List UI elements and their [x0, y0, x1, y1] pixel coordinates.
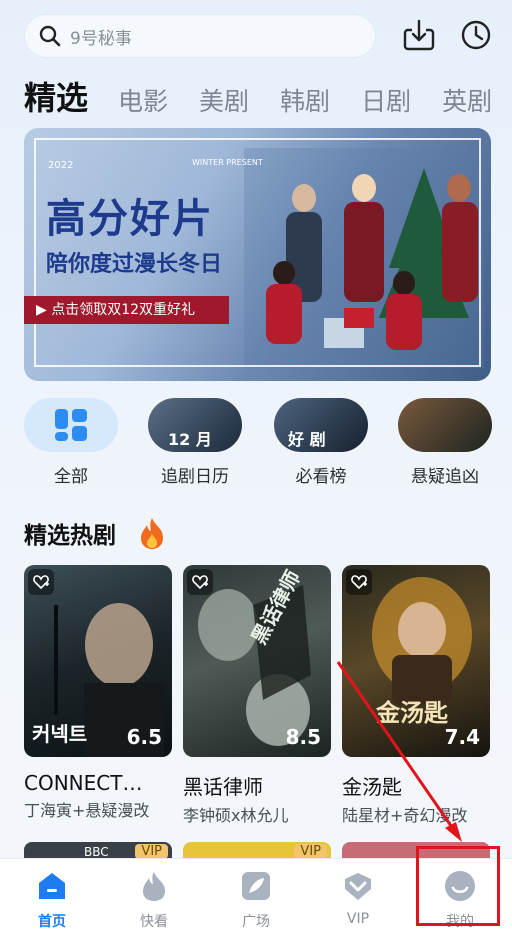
shortcut-calendar[interactable]: 12 月 追剧日历 [148, 398, 242, 487]
favorite-icon[interactable] [346, 569, 372, 595]
nav-vip-label: VIP [346, 911, 370, 927]
drama-card-connect[interactable]: 커넥트 6.5 CONNECT… 丁海寅+悬疑漫改 [24, 565, 172, 821]
search-placeholder: 9号秘事 [70, 28, 132, 49]
calendar-pill-text: 12 月 [168, 430, 212, 449]
shortcut-all-label: 全部 [54, 467, 88, 487]
shortcut-mystery[interactable]: 悬疑追凶 [398, 398, 492, 487]
favorite-icon[interactable] [28, 569, 54, 595]
drama-card-golden-spoon[interactable]: 金汤匙 7.4 金汤匙 陆星材+奇幻漫改 [342, 565, 490, 826]
drama-name: 黑话律师 [183, 775, 263, 799]
nav-home[interactable]: 首页 [12, 869, 92, 931]
favorite-icon[interactable] [187, 569, 213, 595]
nav-square[interactable]: 广场 [216, 869, 296, 931]
grid-icon [55, 409, 87, 441]
poster-label: BBC [84, 845, 109, 859]
play-triangle-icon: ▶ [36, 302, 52, 318]
drama-card-black-lawyer[interactable]: 黑话律师 8.5 黑话律师 李钟硕x林允儿 [183, 565, 331, 826]
tab-uk-drama[interactable]: 英剧 [442, 86, 492, 118]
banner-tag: WINTER PRESENT [192, 158, 263, 167]
drama-score: 6.5 [126, 725, 162, 749]
banner-year: 2022 [48, 160, 74, 171]
home-icon [39, 873, 65, 899]
tab-featured[interactable]: 精选 [24, 78, 88, 118]
drama-desc: 李钟硕x林允儿 [183, 806, 289, 825]
shortcut-must-watch-label: 必看榜 [295, 467, 347, 487]
drama-name: CONNECT… [24, 771, 143, 795]
poster-title: 金汤匙 [376, 699, 448, 727]
search-icon [39, 25, 61, 47]
search-bar[interactable]: 9号秘事 [24, 14, 376, 58]
tab-us-drama[interactable]: 美剧 [199, 86, 249, 118]
drama-name: 金汤匙 [342, 775, 402, 799]
banner-title: 高分好片 [46, 196, 214, 242]
feather-icon [242, 872, 270, 900]
banner-cta-button[interactable]: ▶ 点击领取双12双重好礼 [24, 296, 229, 324]
tab-j-drama[interactable]: 日剧 [361, 86, 411, 118]
shortcut-must-watch[interactable]: 好 剧 必看榜 [274, 398, 368, 487]
nav-home-label: 首页 [38, 914, 66, 930]
flame-icon [143, 872, 165, 901]
nav-quick-watch[interactable]: 快看 [114, 869, 194, 931]
drama-score: 7.4 [444, 725, 480, 749]
promo-banner[interactable]: 2022 WINTER PRESENT 高分好片 陪你度过漫长冬日 ▶ 点击领取… [24, 128, 491, 381]
drama-desc: 丁海寅+悬疑漫改 [24, 801, 150, 820]
vip-icon [345, 873, 371, 900]
category-tabs: 精选 电影 美剧 韩剧 日剧 英剧 [24, 74, 512, 118]
shortcut-calendar-label: 追剧日历 [161, 467, 229, 487]
highlight-box [416, 846, 500, 926]
fire-icon [141, 518, 163, 549]
shortcut-all[interactable]: 全部 [24, 398, 118, 487]
category-shortcuts: 全部 12 月 追剧日历 好 剧 必看榜 悬疑追凶 [24, 398, 494, 488]
poster-title: 커넥트 [32, 722, 88, 746]
nav-quick-watch-label: 快看 [140, 914, 168, 930]
banner-cta-label: 点击领取双12双重好礼 [51, 302, 196, 318]
tab-movies[interactable]: 电影 [118, 86, 168, 118]
nav-vip[interactable]: VIP [318, 869, 398, 927]
history-icon[interactable] [459, 18, 493, 52]
nav-square-label: 广场 [242, 914, 270, 930]
tab-k-drama[interactable]: 韩剧 [280, 86, 330, 118]
drama-desc: 陆星材+奇幻漫改 [342, 806, 468, 825]
must-watch-pill-text: 好 剧 [288, 430, 326, 449]
drama-score: 8.5 [285, 725, 321, 749]
vip-badge: VIP [135, 844, 168, 859]
section-title: 精选热剧 [24, 523, 116, 549]
vip-badge: VIP [294, 844, 327, 859]
download-icon[interactable] [402, 18, 436, 52]
shortcut-mystery-label: 悬疑追凶 [411, 467, 479, 487]
banner-subtitle: 陪你度过漫长冬日 [46, 252, 223, 277]
